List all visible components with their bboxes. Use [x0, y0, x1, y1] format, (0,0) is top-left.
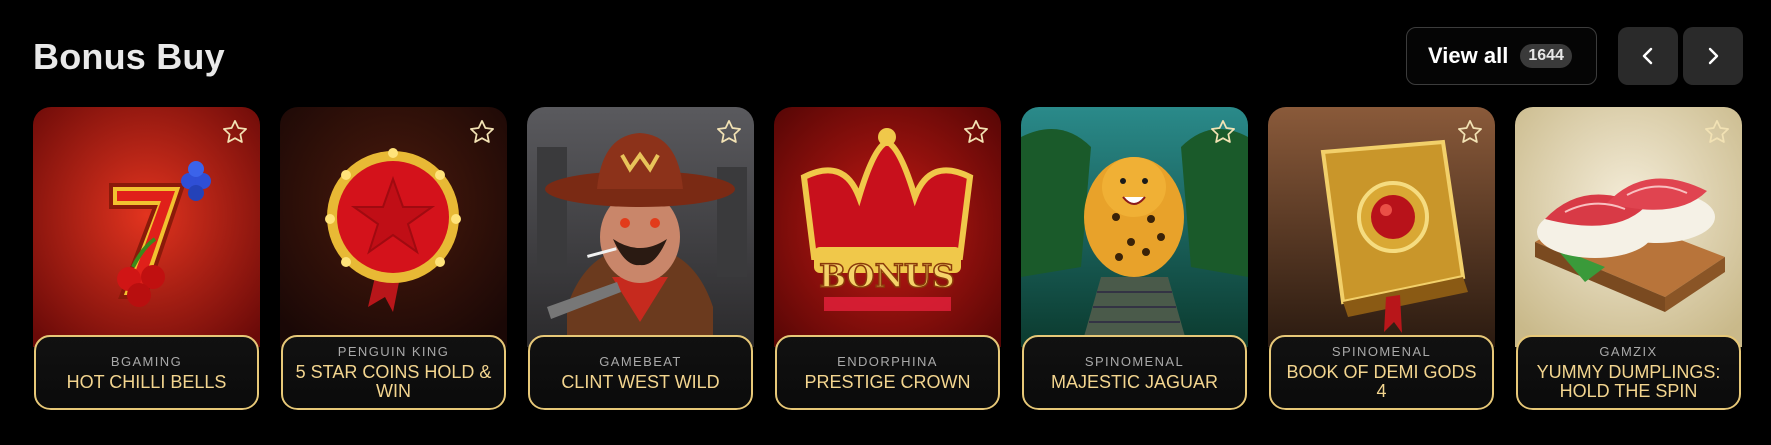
game-card[interactable]: GAMEBEAT CLINT WEST WILD [527, 107, 754, 410]
game-info-panel: GAMEBEAT CLINT WEST WILD [528, 335, 753, 410]
favorite-star-icon[interactable] [467, 117, 497, 147]
game-info-panel: BGAMING HOT CHILLI BELLS [34, 335, 259, 410]
game-info-panel: SPINOMENAL BOOK OF DEMI GODS 4 [1269, 335, 1494, 410]
game-title: CLINT WEST WILD [561, 371, 720, 392]
view-all-button[interactable]: View all 1644 [1406, 27, 1597, 85]
game-card[interactable]: GAMZIX YUMMY DUMPLINGS: HOLD THE SPIN [1515, 107, 1742, 410]
game-provider: ENDORPHINA [837, 353, 938, 369]
game-provider: GAMEBEAT [599, 353, 682, 369]
section-title: Bonus Buy [33, 36, 225, 77]
game-info-panel: GAMZIX YUMMY DUMPLINGS: HOLD THE SPIN [1516, 335, 1741, 410]
game-provider: SPINOMENAL [1084, 353, 1185, 369]
game-card[interactable]: PENGUIN KING 5 STAR COINS HOLD & WIN [280, 107, 507, 410]
game-provider: GAMZIX [1599, 344, 1658, 359]
game-card[interactable]: BGAMING HOT CHILLI BELLS [33, 107, 260, 410]
game-title: MAJESTIC JAGUAR [1050, 371, 1219, 392]
game-provider: PENGUIN KING [337, 344, 450, 359]
game-provider: SPINOMENAL [1331, 344, 1432, 359]
favorite-star-icon[interactable] [1208, 117, 1238, 147]
game-provider: BGAMING [110, 353, 183, 369]
game-title: BOOK OF DEMI GODS 4 [1286, 362, 1477, 401]
section-header: Bonus Buy View all 1644 [0, 0, 1771, 105]
game-title: YUMMY DUMPLINGS: HOLD THE SPIN [1536, 362, 1721, 401]
svg-text:BONUS: BONUS [819, 257, 955, 295]
game-card[interactable]: SPINOMENAL BOOK OF DEMI GODS 4 [1268, 107, 1495, 410]
favorite-star-icon[interactable] [714, 117, 744, 147]
game-card[interactable]: BONUS ENDORPHINA PRESTIGE CROWN [774, 107, 1001, 410]
view-all-label: View all [1428, 43, 1509, 68]
favorite-star-icon[interactable] [1455, 117, 1485, 147]
game-count-badge: 1644 [1520, 44, 1572, 68]
chevron-left-icon [1642, 47, 1653, 65]
chevron-right-icon [1708, 47, 1719, 65]
favorite-star-icon[interactable] [961, 117, 991, 147]
game-info-panel: SPINOMENAL MAJESTIC JAGUAR [1022, 335, 1247, 410]
game-title: HOT CHILLI BELLS [66, 371, 227, 392]
game-title: PRESTIGE CROWN [804, 371, 971, 392]
carousel-next-button[interactable] [1683, 27, 1743, 85]
favorite-star-icon[interactable] [220, 117, 250, 147]
game-title: 5 STAR COINS HOLD & WIN [295, 362, 492, 401]
favorite-star-icon[interactable] [1702, 117, 1732, 147]
game-info-panel: ENDORPHINA PRESTIGE CROWN [775, 335, 1000, 410]
game-card[interactable]: SPINOMENAL MAJESTIC JAGUAR [1021, 107, 1248, 410]
carousel-prev-button[interactable] [1618, 27, 1678, 85]
game-info-panel: PENGUIN KING 5 STAR COINS HOLD & WIN [281, 335, 506, 410]
